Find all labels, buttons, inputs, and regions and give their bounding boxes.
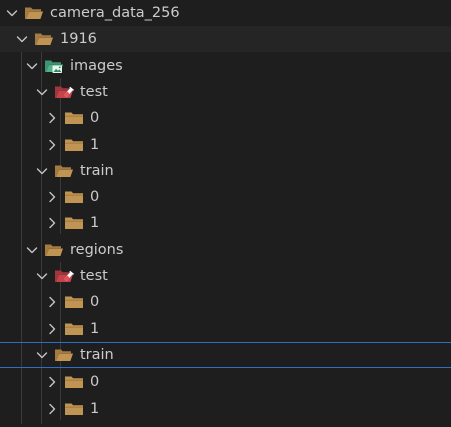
chevron-right-icon[interactable]: [44, 137, 60, 153]
tree-row-regions-test-1[interactable]: 1: [0, 315, 451, 342]
folder-closed-icon: [64, 189, 84, 205]
tree-row-regions-train-1[interactable]: 1: [0, 395, 451, 422]
tree-row-label: images: [70, 57, 123, 74]
chevron-right-icon[interactable]: [44, 374, 60, 390]
chevron-right-icon[interactable]: [44, 110, 60, 126]
folder-closed-icon: [64, 110, 84, 126]
tree-row-images-train-1[interactable]: 1: [0, 210, 451, 236]
tree-row-label: 0: [90, 373, 100, 390]
tree-row-images-test-1[interactable]: 1: [0, 131, 451, 158]
tree-row-label: 0: [90, 110, 100, 126]
tree-row-label: test: [80, 268, 108, 284]
tree-row-regions-train[interactable]: train: [0, 342, 451, 368]
chevron-right-icon[interactable]: [44, 294, 60, 310]
tree-row-label: 1: [90, 136, 100, 153]
folder-open-icon: [54, 347, 74, 363]
chevron-right-icon[interactable]: [44, 215, 60, 231]
folder-test-open-icon: [54, 268, 74, 284]
folder-closed-icon: [64, 137, 84, 153]
tree-row-label: train: [80, 163, 114, 179]
folder-closed-icon: [64, 294, 84, 310]
tree-row-label: 1916: [60, 31, 97, 47]
tree-row-label: test: [80, 84, 108, 100]
tree-row-label: 0: [90, 189, 100, 205]
tree-row-images-train-0[interactable]: 0: [0, 184, 451, 210]
folder-images-open-icon: [44, 58, 64, 74]
chevron-right-icon[interactable]: [44, 401, 60, 417]
chevron-down-icon[interactable]: [34, 84, 50, 100]
tree-row-camera-data-256[interactable]: camera_data_256: [0, 0, 451, 26]
tree-row-label: camera_data_256: [50, 5, 180, 21]
chevron-down-icon[interactable]: [24, 58, 40, 74]
tree-row-images-test[interactable]: test: [0, 79, 451, 105]
tree-row-images[interactable]: images: [0, 52, 451, 79]
tree-row-regions-test[interactable]: test: [0, 263, 451, 289]
chevron-down-icon[interactable]: [34, 347, 50, 363]
chevron-down-icon[interactable]: [24, 242, 40, 258]
tree-row-label: 1: [90, 215, 100, 231]
folder-closed-icon: [64, 321, 84, 337]
folder-open-icon: [24, 5, 44, 21]
tree-row-regions-test-0[interactable]: 0: [0, 289, 451, 315]
tree-row-images-test-0[interactable]: 0: [0, 105, 451, 131]
chevron-down-icon[interactable]: [34, 268, 50, 284]
tree-row-1916[interactable]: 1916: [0, 26, 451, 52]
folder-closed-icon: [64, 215, 84, 231]
tree-row-label: 1: [90, 400, 100, 417]
folder-closed-icon: [64, 374, 84, 390]
chevron-down-icon[interactable]: [14, 31, 30, 47]
tree-row-label: train: [80, 347, 114, 363]
tree-row-label: regions: [70, 241, 124, 258]
chevron-down-icon[interactable]: [34, 163, 50, 179]
tree-row-label: 0: [90, 294, 100, 310]
file-explorer-tree: camera_data_256 1916 images test 0 1 tra…: [0, 0, 451, 427]
chevron-down-icon[interactable]: [4, 5, 20, 21]
chevron-right-icon[interactable]: [44, 321, 60, 337]
folder-open-icon: [34, 31, 54, 47]
chevron-right-icon[interactable]: [44, 189, 60, 205]
folder-test-open-icon: [54, 84, 74, 100]
folder-closed-icon: [64, 401, 84, 417]
folder-open-icon: [54, 163, 74, 179]
tree-row-regions[interactable]: regions: [0, 236, 451, 263]
tree-row-label: 1: [90, 320, 100, 337]
tree-row-images-train[interactable]: train: [0, 158, 451, 184]
tree-row-regions-train-0[interactable]: 0: [0, 368, 451, 395]
folder-open-icon: [44, 242, 64, 258]
